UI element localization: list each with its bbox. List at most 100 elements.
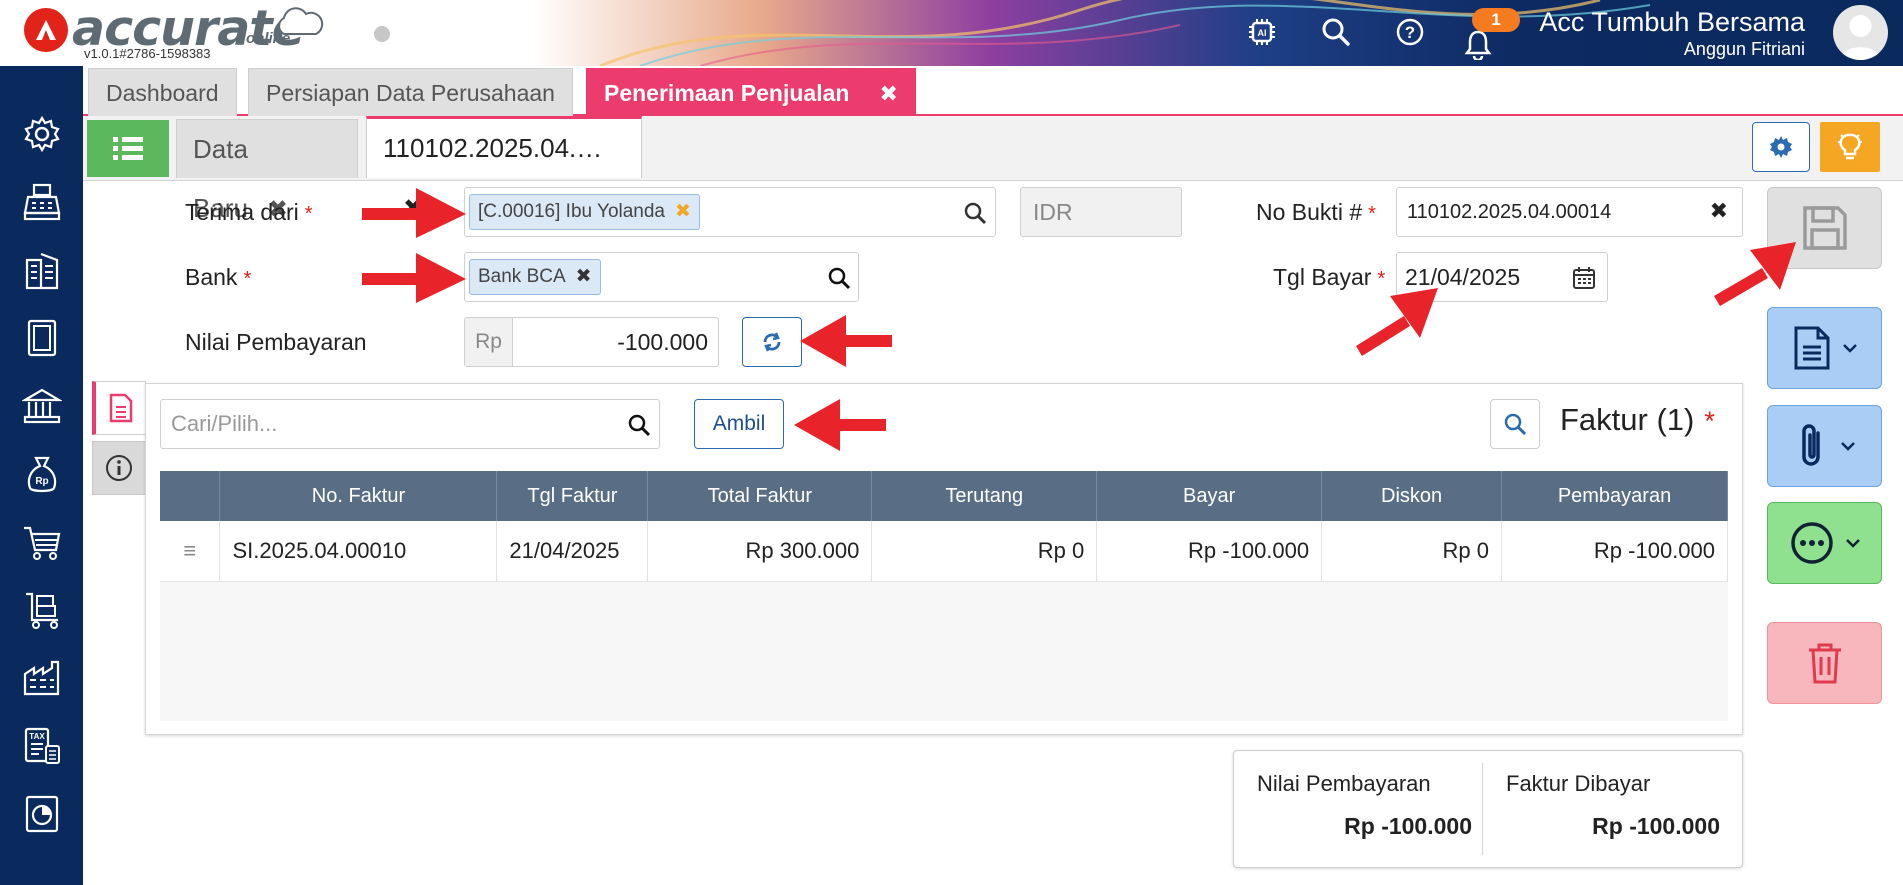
gear-icon	[24, 115, 60, 153]
tab-label: Penerimaan Penjualan	[604, 80, 850, 106]
svg-text:?: ?	[1405, 23, 1415, 42]
col-no-faktur[interactable]: No. Faktur	[219, 471, 498, 521]
print-document-button[interactable]	[1767, 307, 1882, 389]
tax-icon: TAX	[24, 727, 60, 764]
no-bukti-field[interactable]: 110102.2025.04.00014 ✖	[1396, 187, 1743, 237]
cell-no-faktur[interactable]: SI.2025.04.00010	[219, 521, 498, 582]
faktur-title: Faktur (1) *	[1560, 402, 1715, 437]
cell-total-faktur[interactable]: Rp 300.000	[647, 521, 873, 582]
annotation-arrow	[362, 253, 466, 303]
tab-label: Persiapan Data Perusahaan	[266, 80, 555, 106]
more-actions-button[interactable]	[1767, 502, 1882, 584]
sidebar-item-inventory[interactable]	[18, 586, 66, 634]
detail-tab-invoices[interactable]	[92, 381, 146, 435]
tab-data-baru[interactable]: Data Baru ✖	[176, 119, 358, 223]
clear-icon[interactable]: ✖	[1710, 198, 1728, 224]
summary-nilai-value: Rp -100.000	[1344, 813, 1472, 839]
summary-nilai-label: Nilai Pembayaran	[1257, 771, 1431, 796]
customer-value: [C.00016] Ibu Yolanda	[478, 201, 666, 222]
form-settings-button[interactable]	[1752, 122, 1810, 172]
col-tgl-faktur[interactable]: Tgl Faktur	[496, 471, 649, 521]
help-icon[interactable]: ?	[1390, 12, 1430, 52]
sidebar: Rp TAX	[0, 66, 83, 885]
invoice-detail-panel: Cari/Pilih... Ambil Faktur (1) * No. Fakt…	[145, 383, 1743, 735]
sidebar-item-reports[interactable]	[18, 790, 66, 838]
notification-badge[interactable]: 1	[1472, 8, 1520, 32]
warehouse-icon	[23, 660, 60, 696]
attachment-button[interactable]	[1767, 405, 1882, 487]
delete-button[interactable]	[1767, 622, 1882, 704]
annotation-arrow	[362, 188, 466, 238]
svg-text:AI: AI	[1258, 28, 1267, 38]
sidebar-item-settings[interactable]	[18, 110, 66, 158]
sidebar-item-purchase[interactable]	[18, 518, 66, 566]
search-icon[interactable]	[1316, 12, 1356, 52]
cell-bayar[interactable]: Rp -100.000	[1096, 521, 1323, 582]
report-icon	[25, 795, 59, 833]
remove-chip-icon[interactable]: ✖	[576, 266, 592, 287]
terima-dari-label: Terima dari *	[185, 199, 313, 225]
invoice-search-input[interactable]: Cari/Pilih...	[160, 399, 660, 449]
list-view-button[interactable]	[87, 120, 169, 177]
avatar[interactable]	[1833, 5, 1888, 60]
cell-diskon[interactable]: Rp 0	[1321, 521, 1503, 582]
info-icon	[106, 455, 132, 481]
search-icon[interactable]	[627, 413, 651, 437]
nilai-pembayaran-field[interactable]: Rp -100.000	[464, 317, 719, 367]
chevron-down-icon	[1845, 539, 1860, 548]
search-icon[interactable]	[963, 201, 987, 225]
company-info[interactable]: Acc Tumbuh Bersama Anggun Fitriani	[1539, 6, 1805, 60]
tips-button[interactable]	[1820, 122, 1880, 172]
calendar-icon[interactable]	[1572, 266, 1596, 290]
summary-faktur-label: Faktur Dibayar	[1506, 771, 1651, 796]
detail-tab-info[interactable]	[92, 441, 146, 495]
sidebar-item-receivables[interactable]: Rp	[18, 450, 66, 498]
search-icon	[1504, 413, 1527, 436]
chevron-down-icon	[1842, 344, 1857, 353]
currency-prefix: Rp	[465, 318, 513, 366]
tab-label: Dashboard	[106, 80, 219, 106]
annotation-arrow	[1356, 288, 1438, 356]
tab-current-document[interactable]: 110102.2025.04.…✖	[366, 116, 642, 222]
table-empty-area	[160, 581, 1728, 721]
col-total-faktur[interactable]: Total Faktur	[647, 471, 873, 521]
sidebar-item-ledger[interactable]	[18, 314, 66, 362]
nilai-pembayaran-label: Nilai Pembayaran	[185, 329, 367, 355]
sidebar-item-cash-bank[interactable]	[18, 382, 66, 430]
col-terutang[interactable]: Terutang	[871, 471, 1098, 521]
cell-terutang[interactable]: Rp 0	[871, 521, 1098, 582]
sidebar-item-fixed-assets[interactable]	[18, 654, 66, 702]
cash-register-icon	[23, 183, 61, 221]
col-bayar[interactable]: Bayar	[1096, 471, 1323, 521]
cell-pembayaran[interactable]: Rp -100.000	[1501, 521, 1728, 582]
ambil-button[interactable]: Ambil	[694, 399, 784, 449]
col-pembayaran[interactable]: Pembayaran	[1501, 471, 1728, 521]
remove-chip-icon[interactable]: ✖	[675, 201, 691, 222]
bank-field[interactable]: Bank BCA ✖	[464, 252, 859, 302]
search-icon[interactable]	[827, 266, 851, 290]
paperclip-icon	[1801, 424, 1820, 466]
sidebar-item-sales[interactable]	[18, 178, 66, 226]
refresh-icon	[763, 332, 781, 352]
cell-tgl-faktur[interactable]: 21/04/2025	[496, 521, 649, 582]
table-search-button[interactable]	[1490, 399, 1540, 449]
user-name: Anggun Fitriani	[1683, 39, 1805, 59]
ai-chip-icon[interactable]: AI	[1242, 12, 1282, 52]
invoice-table: No. Faktur Tgl Faktur Total Faktur Terut…	[160, 471, 1728, 582]
tab-persiapan-data[interactable]: Persiapan Data Perusahaan	[248, 68, 573, 116]
sidebar-item-company[interactable]	[18, 246, 66, 294]
sidebar-item-tax[interactable]: TAX	[18, 722, 66, 770]
bank-label: Bank *	[185, 264, 252, 290]
annotation-arrow	[1714, 242, 1796, 306]
terima-dari-field[interactable]: [C.00016] Ibu Yolanda ✖	[464, 187, 996, 237]
drag-handle-icon[interactable]: ≡	[160, 521, 221, 582]
table-row[interactable]: ≡ SI.2025.04.00010 21/04/2025 Rp 300.000…	[160, 521, 1728, 582]
close-icon[interactable]: ✖	[879, 81, 897, 106]
annotation-arrow	[794, 399, 886, 451]
tab-penerimaan-penjualan[interactable]: Penerimaan Penjualan ✖	[586, 68, 916, 116]
more-options-icon	[1790, 522, 1833, 564]
col-diskon[interactable]: Diskon	[1321, 471, 1503, 521]
summary-divider	[1482, 763, 1483, 855]
recalculate-button[interactable]	[742, 317, 802, 367]
tab-dashboard[interactable]: Dashboard	[88, 68, 237, 116]
